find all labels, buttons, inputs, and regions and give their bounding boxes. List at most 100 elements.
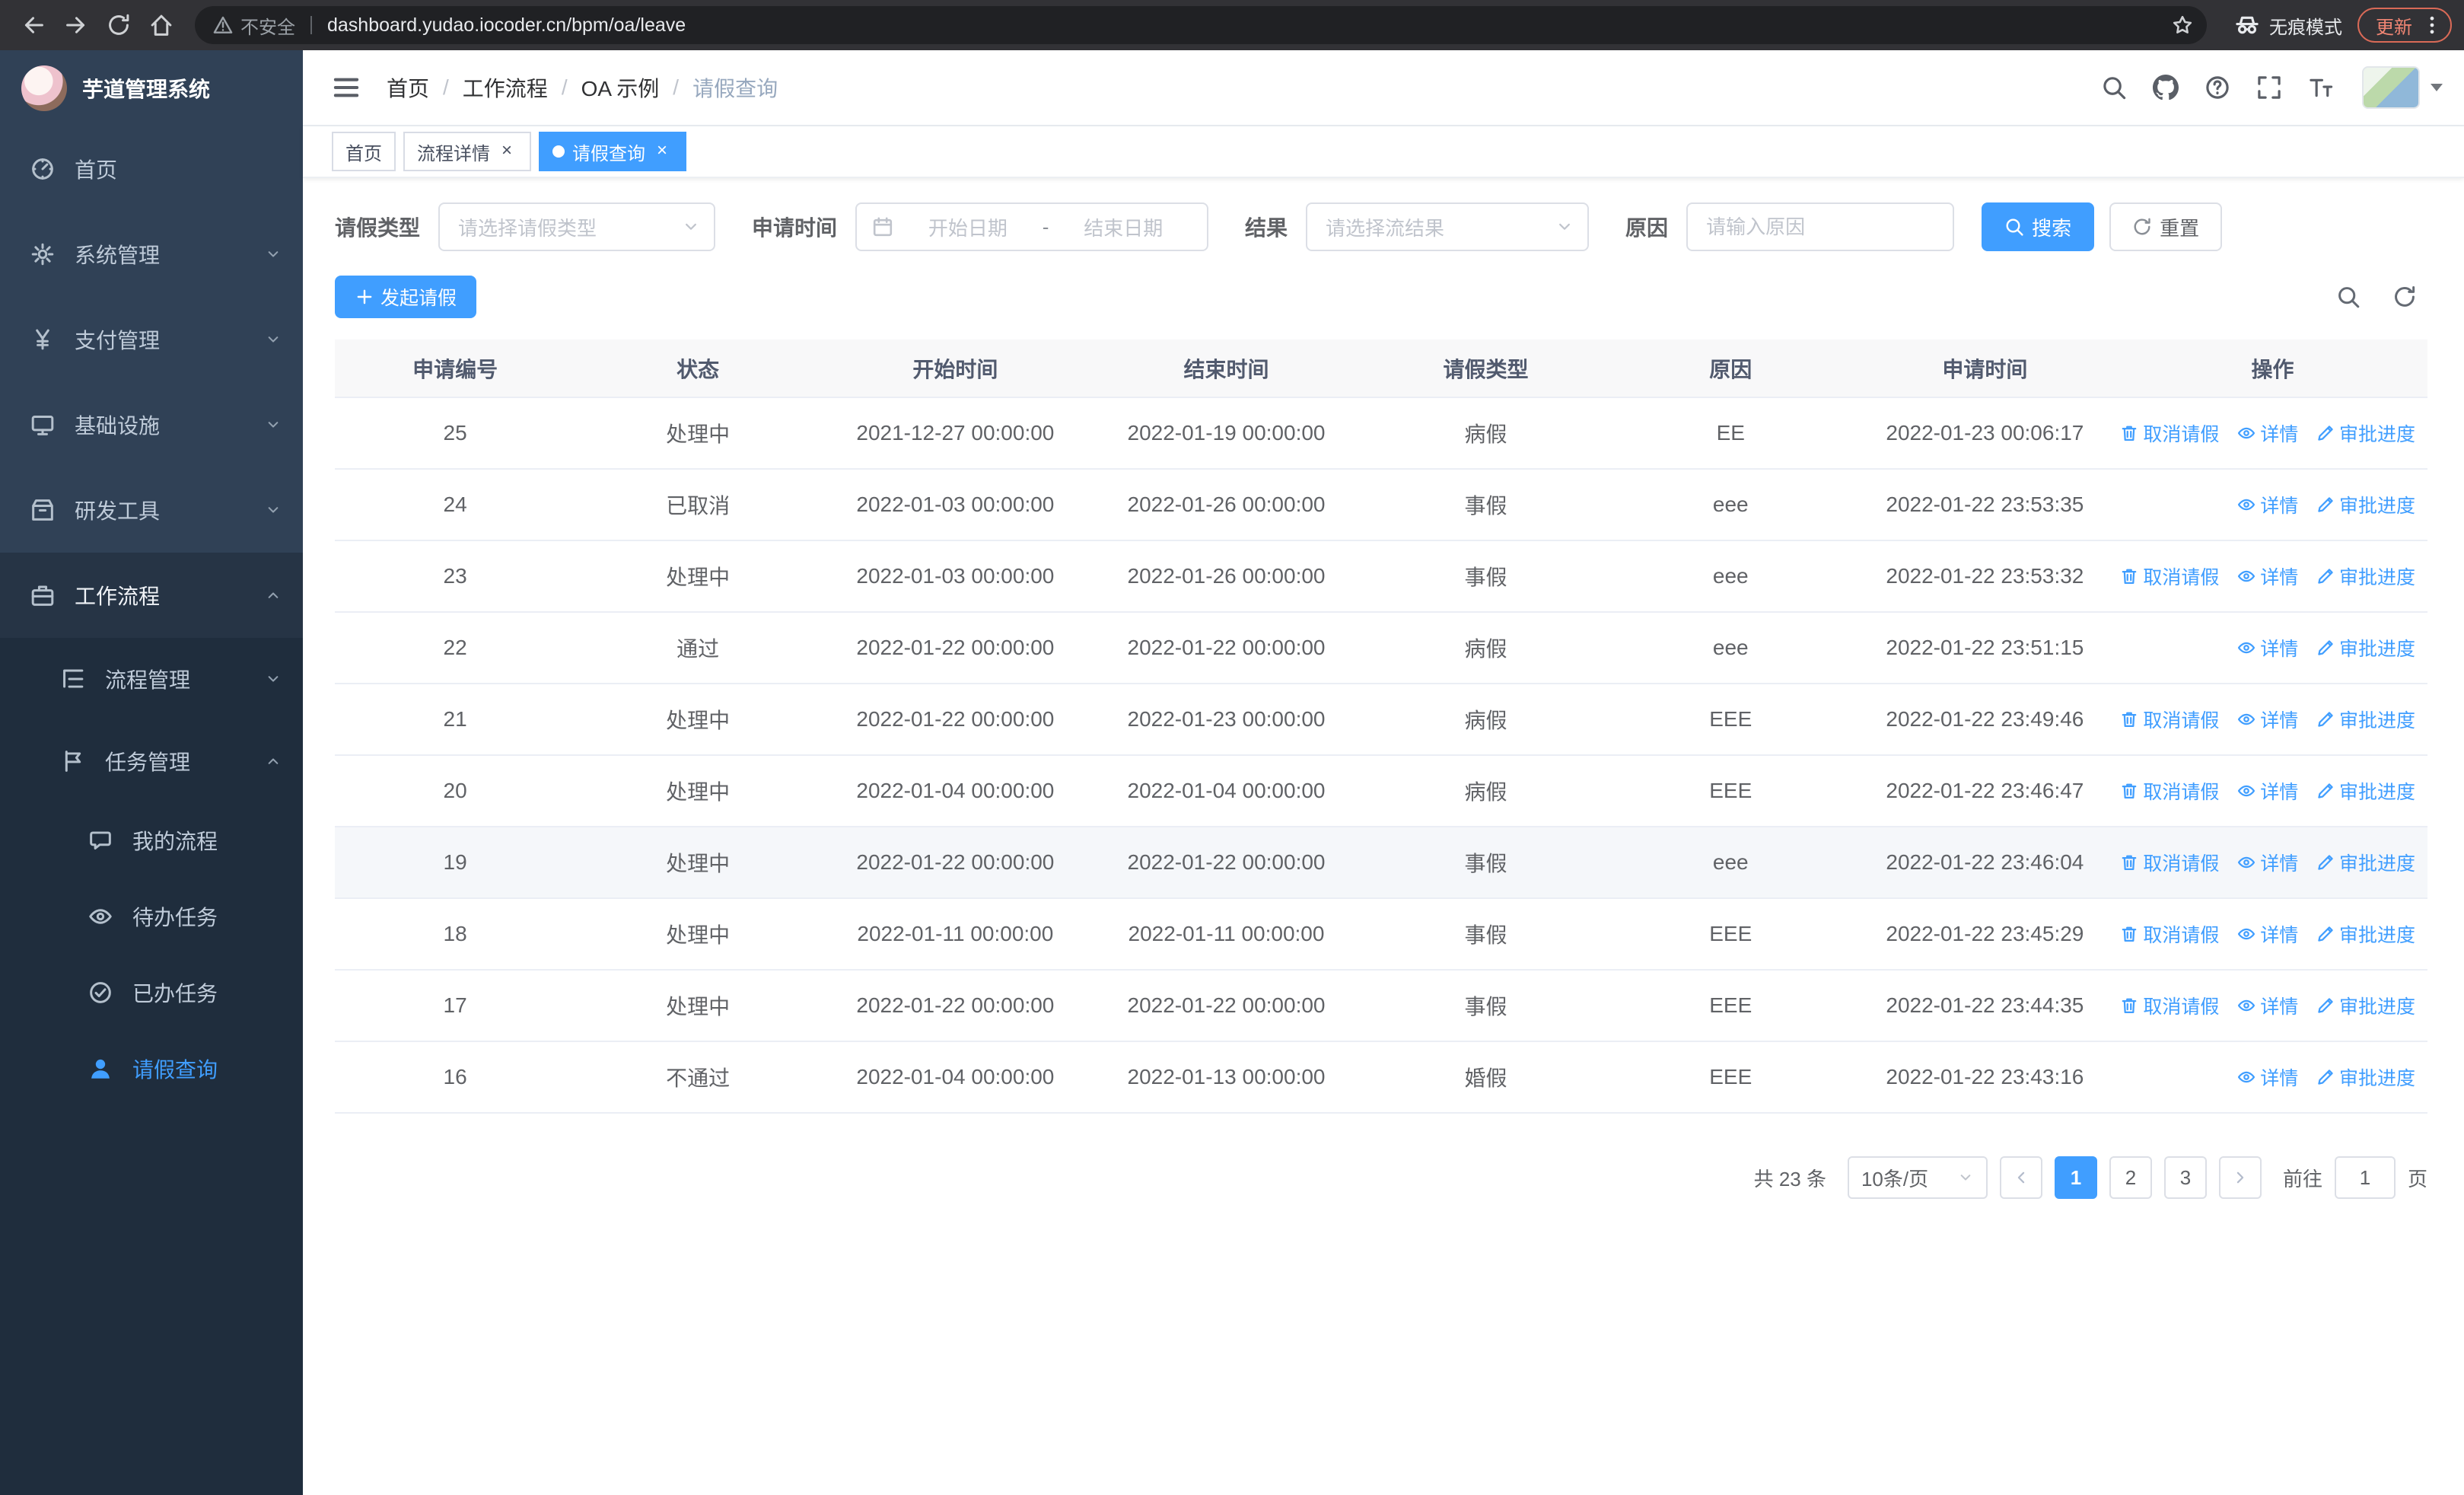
- result-select[interactable]: 请选择流结果: [1306, 202, 1590, 251]
- cancel-leave-link[interactable]: 取消请假: [2120, 563, 2219, 590]
- cell-applied: 2022-01-23 00:06:17: [1851, 397, 2118, 470]
- sidebar-item-dev-tools[interactable]: 研发工具: [0, 467, 303, 553]
- approval-progress-link[interactable]: 审批进度: [2316, 777, 2415, 805]
- detail-link[interactable]: 详情: [2237, 920, 2298, 948]
- sidebar-item-home[interactable]: 首页: [0, 126, 303, 212]
- cancel-leave-link[interactable]: 取消请假: [2120, 920, 2219, 948]
- sidebar-item-done-tasks[interactable]: 已办任务: [0, 955, 303, 1031]
- leave-table: 申请编号 状态 开始时间 结束时间 请假类型 原因 申请时间 操作 25 处理中: [335, 339, 2427, 1114]
- tab-process-detail[interactable]: 流程详情 ×: [403, 132, 531, 171]
- font-size-icon[interactable]: [2295, 49, 2347, 126]
- cancel-leave-link[interactable]: 取消请假: [2120, 706, 2219, 733]
- detail-link[interactable]: 详情: [2237, 491, 2298, 518]
- page-size-select[interactable]: 10条/页: [1847, 1156, 1988, 1199]
- search-button[interactable]: 搜索: [1982, 202, 2095, 251]
- table-row[interactable]: 22 通过 2022-01-22 00:00:00 2022-01-22 00:…: [335, 612, 2427, 684]
- page-button-1[interactable]: 1: [2054, 1156, 2097, 1199]
- table-row[interactable]: 21 处理中 2022-01-22 00:00:00 2022-01-23 00…: [335, 684, 2427, 756]
- detail-link[interactable]: 详情: [2237, 563, 2298, 590]
- browser-reload-button[interactable]: [97, 4, 140, 46]
- cell-operations: 取消请假 详情 审批进度: [2118, 540, 2427, 613]
- cancel-leave-link[interactable]: 取消请假: [2120, 777, 2219, 805]
- user-avatar[interactable]: [2362, 66, 2443, 109]
- approval-progress-link[interactable]: 审批进度: [2316, 419, 2415, 447]
- cancel-leave-link[interactable]: 取消请假: [2120, 419, 2219, 447]
- app-logo[interactable]: 芋道管理系统: [0, 50, 303, 126]
- sidebar-item-workflow[interactable]: 工作流程: [0, 553, 303, 638]
- table-row[interactable]: 20 处理中 2022-01-04 00:00:00 2022-01-04 00…: [335, 755, 2427, 827]
- browser-update-button[interactable]: 更新: [2357, 8, 2452, 43]
- help-icon[interactable]: [2192, 49, 2243, 126]
- browser-forward-button[interactable]: [55, 4, 97, 46]
- approval-progress-link[interactable]: 审批进度: [2316, 992, 2415, 1019]
- cell-type: 事假: [1362, 970, 1609, 1042]
- leave-type-select[interactable]: 请选择请假类型: [438, 202, 716, 251]
- refresh-table-icon[interactable]: [2392, 285, 2417, 309]
- approval-progress-link[interactable]: 审批进度: [2316, 634, 2415, 661]
- cell-status: 通过: [575, 612, 820, 684]
- sidebar-item-infrastructure[interactable]: 基础设施: [0, 382, 303, 467]
- security-warning[interactable]: 不安全: [213, 12, 295, 39]
- sidebar-item-task-mgmt[interactable]: 任务管理: [0, 720, 303, 802]
- next-page-button[interactable]: [2218, 1156, 2262, 1199]
- browser-back-button[interactable]: [12, 4, 55, 46]
- table-row[interactable]: 18 处理中 2022-01-11 00:00:00 2022-01-11 00…: [335, 898, 2427, 971]
- table-row[interactable]: 16 不通过 2022-01-04 00:00:00 2022-01-13 00…: [335, 1041, 2427, 1114]
- approval-progress-link[interactable]: 审批进度: [2316, 706, 2415, 733]
- detail-link[interactable]: 详情: [2237, 419, 2298, 447]
- table-row[interactable]: 25 处理中 2021-12-27 00:00:00 2022-01-19 00…: [335, 397, 2427, 470]
- approval-progress-link[interactable]: 审批进度: [2316, 1063, 2415, 1091]
- sidebar-item-system-mgmt[interactable]: 系统管理: [0, 212, 303, 297]
- cancel-leave-link[interactable]: 取消请假: [2120, 992, 2219, 1019]
- breadcrumb-workflow[interactable]: 工作流程: [463, 72, 548, 103]
- sidebar-item-todo-tasks[interactable]: 待办任务: [0, 878, 303, 955]
- tab-home[interactable]: 首页: [332, 132, 396, 171]
- sidebar-item-process-mgmt[interactable]: 流程管理: [0, 638, 303, 720]
- tab-leave-query[interactable]: 请假查询 ×: [539, 132, 686, 171]
- sidebar-item-leave-query[interactable]: 请假查询: [0, 1031, 303, 1107]
- detail-link[interactable]: 详情: [2237, 1063, 2298, 1091]
- table-row[interactable]: 17 处理中 2022-01-22 00:00:00 2022-01-22 00…: [335, 970, 2427, 1042]
- flag-icon: [61, 749, 85, 773]
- detail-link[interactable]: 详情: [2237, 992, 2298, 1019]
- close-icon[interactable]: ×: [651, 141, 673, 162]
- reason-input[interactable]: [1686, 202, 1955, 251]
- search-icon[interactable]: [2088, 49, 2140, 126]
- prev-page-button[interactable]: [1999, 1156, 2042, 1199]
- apply-time-range-picker[interactable]: 开始日期 - 结束日期: [855, 202, 1209, 251]
- browser-home-button[interactable]: [140, 4, 183, 46]
- cell-operations: 取消请假 详情 审批进度: [2118, 684, 2427, 756]
- toggle-search-icon[interactable]: [2336, 285, 2361, 309]
- github-icon[interactable]: [2140, 49, 2192, 126]
- cell-operations: 取消请假 详情 审批进度: [2118, 970, 2427, 1042]
- create-leave-button[interactable]: 发起请假: [335, 276, 477, 318]
- sidebar-toggle-icon[interactable]: [332, 72, 362, 103]
- cancel-leave-link[interactable]: 取消请假: [2120, 849, 2219, 876]
- close-icon[interactable]: ×: [496, 141, 517, 162]
- approval-progress-link[interactable]: 审批进度: [2316, 849, 2415, 876]
- page-button-3[interactable]: 3: [2163, 1156, 2207, 1199]
- approval-progress-link[interactable]: 审批进度: [2316, 563, 2415, 590]
- browser-menu-icon[interactable]: [2421, 14, 2443, 36]
- detail-link[interactable]: 详情: [2237, 777, 2298, 805]
- goto-page-input[interactable]: [2334, 1156, 2396, 1199]
- page-button-2[interactable]: 2: [2109, 1156, 2152, 1199]
- detail-link[interactable]: 详情: [2237, 634, 2298, 661]
- sidebar-item-payment-mgmt[interactable]: 支付管理: [0, 297, 303, 382]
- sidebar-item-my-process[interactable]: 我的流程: [0, 802, 303, 878]
- breadcrumb-home[interactable]: 首页: [387, 72, 429, 103]
- detail-link[interactable]: 详情: [2237, 849, 2298, 876]
- approval-progress-link[interactable]: 审批进度: [2316, 920, 2415, 948]
- table-row[interactable]: 24 已取消 2022-01-03 00:00:00 2022-01-26 00…: [335, 469, 2427, 541]
- reset-button[interactable]: 重置: [2109, 202, 2223, 251]
- approval-progress-link[interactable]: 审批进度: [2316, 491, 2415, 518]
- detail-link[interactable]: 详情: [2237, 706, 2298, 733]
- table-row[interactable]: 19 处理中 2022-01-22 00:00:00 2022-01-22 00…: [335, 827, 2427, 899]
- col-operations: 操作: [2118, 339, 2427, 398]
- address-bar[interactable]: 不安全 dashboard.yudao.iocoder.cn/bpm/oa/le…: [195, 6, 2207, 44]
- fullscreen-icon[interactable]: [2243, 49, 2295, 126]
- table-row[interactable]: 23 处理中 2022-01-03 00:00:00 2022-01-26 00…: [335, 540, 2427, 613]
- bookmark-star-icon[interactable]: [2164, 7, 2201, 43]
- breadcrumb-oa-example[interactable]: OA 示例: [581, 72, 660, 103]
- pagination: 共 23 条 10条/页 1 2 3 前往 页: [335, 1156, 2427, 1199]
